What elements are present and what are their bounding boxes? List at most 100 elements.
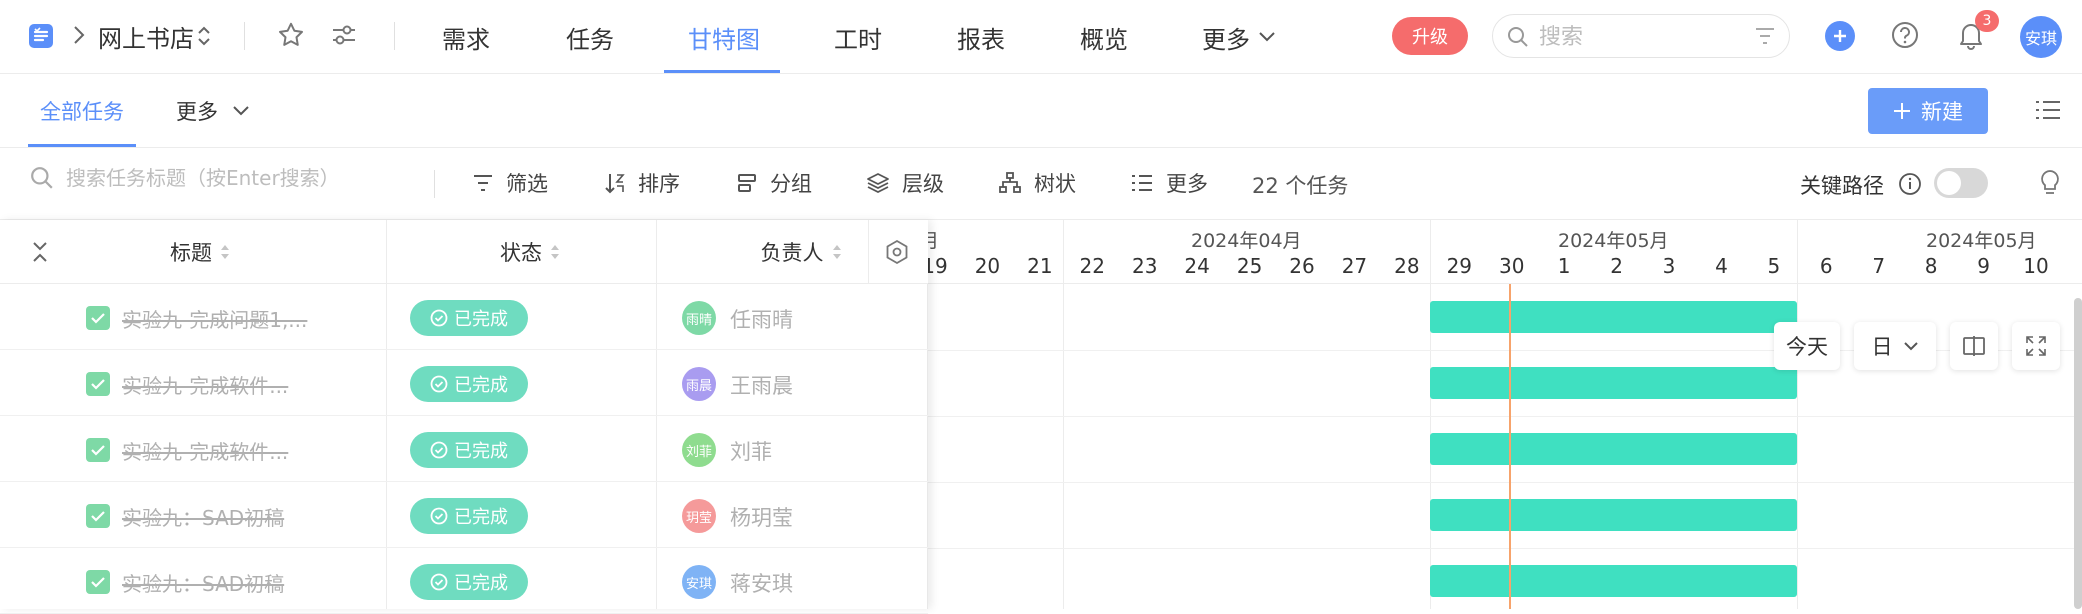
task-search-input[interactable] [66, 166, 426, 190]
info-icon[interactable] [1898, 172, 1922, 196]
day-label: 22 [1079, 254, 1105, 278]
task-title[interactable]: 实验九：SAD初稿 [122, 568, 322, 597]
plus-icon [1834, 30, 1846, 42]
group-button[interactable]: 分组 [736, 168, 812, 198]
tab-overview[interactable]: 概览 [1080, 0, 1128, 74]
day-label: 10 [2023, 254, 2049, 278]
task-title[interactable]: 实验九-完成软件... [122, 436, 322, 465]
column-status[interactable]: 状态 [470, 220, 590, 284]
tab-worklog[interactable]: 工时 [834, 0, 882, 74]
row-divider [928, 548, 2082, 549]
status-badge[interactable]: 已完成 [410, 300, 528, 336]
assignee-name[interactable]: 蒋安琪 [730, 568, 793, 598]
status-badge[interactable]: 已完成 [410, 366, 528, 402]
global-search-input[interactable] [1539, 23, 1739, 51]
new-task-label: 新建 [1921, 100, 1963, 124]
project-name[interactable]: 网上书店 [98, 19, 194, 53]
status-badge[interactable]: 已完成 [410, 498, 528, 534]
tab-all-tasks[interactable]: 全部任务 [40, 96, 124, 126]
lightbulb-icon[interactable] [2038, 168, 2062, 198]
task-bar[interactable] [1430, 433, 1797, 465]
table-row[interactable]: 实验九-完成问题1,... 已完成 雨晴 任雨晴 [0, 284, 928, 350]
month-label: 2024年04月 [1191, 230, 1302, 252]
day-label: 7 [1872, 254, 1886, 278]
star-icon[interactable] [276, 20, 306, 50]
column-title[interactable]: 标题 [140, 220, 260, 284]
list-view-icon[interactable] [2034, 98, 2062, 122]
task-checkbox[interactable] [86, 372, 110, 396]
day-label: 4 [1715, 254, 1728, 278]
tab-reports[interactable]: 报表 [957, 0, 1005, 74]
project-switch-icon[interactable] [196, 22, 212, 50]
critical-path-toggle[interactable] [1934, 168, 1988, 198]
tab-requirements[interactable]: 需求 [442, 0, 490, 74]
tab-gantt[interactable]: 甘特图 [688, 0, 760, 74]
column-settings-icon[interactable] [868, 220, 924, 284]
check-icon [91, 511, 105, 522]
task-checkbox[interactable] [86, 504, 110, 528]
fullscreen-icon[interactable] [2012, 322, 2060, 370]
status-badge[interactable]: 已完成 [410, 432, 528, 468]
task-title[interactable]: 实验九：SAD初稿 [122, 502, 322, 531]
task-bar[interactable] [1430, 499, 1797, 531]
assignee-name[interactable]: 杨玥莹 [730, 502, 793, 532]
table-row[interactable]: 实验九-完成软件... 已完成 雨晨 王雨晨 [0, 350, 928, 416]
tab-more-views[interactable]: 更多 [176, 96, 250, 126]
global-search[interactable] [1492, 14, 1790, 58]
help-icon[interactable] [1890, 20, 1920, 50]
search-icon [1507, 26, 1529, 48]
task-bar[interactable] [1430, 367, 1797, 399]
assignee-name[interactable]: 王雨晨 [730, 370, 793, 400]
status-badge[interactable]: 已完成 [410, 564, 528, 600]
layers-icon [866, 172, 890, 194]
task-checkbox[interactable] [86, 306, 110, 330]
notifications-button[interactable]: 3 [1957, 10, 1999, 50]
table-row[interactable]: 实验九-完成软件... 已完成 刘菲 刘菲 [0, 416, 928, 482]
upgrade-button[interactable]: 升级 [1392, 17, 1468, 55]
vertical-scrollbar[interactable] [2074, 298, 2082, 609]
more-tools-button[interactable]: 更多 [1130, 168, 1208, 198]
tree-button[interactable]: 树状 [998, 168, 1076, 198]
divider [244, 22, 245, 50]
today-button[interactable]: 今天 [1774, 322, 1840, 370]
level-button[interactable]: 层级 [866, 168, 944, 198]
table-row[interactable]: 实验九：SAD初稿 已完成 玥莹 杨玥莹 [0, 482, 928, 548]
assignee-name[interactable]: 任雨晴 [730, 304, 793, 334]
settings-sliders-icon[interactable] [330, 22, 358, 48]
filter-icon[interactable] [1755, 27, 1775, 45]
more-tools-label: 更多 [1166, 172, 1208, 196]
toggle-knob [1937, 171, 1961, 195]
project-icon[interactable] [26, 21, 56, 51]
task-title[interactable]: 实验九-完成软件... [122, 370, 322, 399]
scale-select[interactable]: 日 [1854, 322, 1936, 370]
tab-tasks[interactable]: 任务 [566, 0, 614, 74]
filter-button[interactable]: 筛选 [472, 168, 548, 198]
day-label: 29 [1446, 254, 1473, 278]
task-title[interactable]: 实验九-完成问题1,... [122, 304, 322, 333]
collapse-all-icon[interactable] [22, 220, 58, 284]
sort-button[interactable]: 排序 [604, 168, 680, 198]
filter-label: 筛选 [506, 172, 548, 196]
avatar: 玥莹 [682, 499, 716, 533]
split-view-icon[interactable] [1950, 322, 1998, 370]
day-label: 9 [1977, 254, 1990, 278]
column-assignee[interactable]: 负责人 [736, 220, 866, 284]
check-icon [91, 577, 105, 588]
user-avatar[interactable]: 安琪 [2020, 16, 2062, 58]
gantt-toolbar: 筛选 排序 分组 层级 树状 更多 22 个任务 关键路径 [0, 148, 2082, 220]
assignee-name[interactable]: 刘菲 [730, 436, 772, 466]
active-tab-indicator [664, 70, 780, 73]
task-bar[interactable] [1430, 565, 1797, 597]
table-row[interactable]: 实验九：SAD初稿 已完成 安琪 蒋安琪 [0, 548, 928, 614]
day-label: 25 [1236, 254, 1263, 278]
create-plus-button[interactable] [1825, 21, 1855, 51]
new-task-button[interactable]: 新建 [1868, 88, 1988, 134]
task-search[interactable] [30, 166, 426, 190]
task-checkbox[interactable] [86, 438, 110, 462]
task-bar[interactable] [1430, 301, 1797, 333]
task-checkbox[interactable] [86, 570, 110, 594]
day-label: 3 [1662, 254, 1676, 278]
column-title-label: 标题 [170, 241, 212, 265]
tab-more[interactable]: 更多 [1202, 0, 1276, 74]
task-count: 22 个任务 [1252, 174, 1349, 198]
